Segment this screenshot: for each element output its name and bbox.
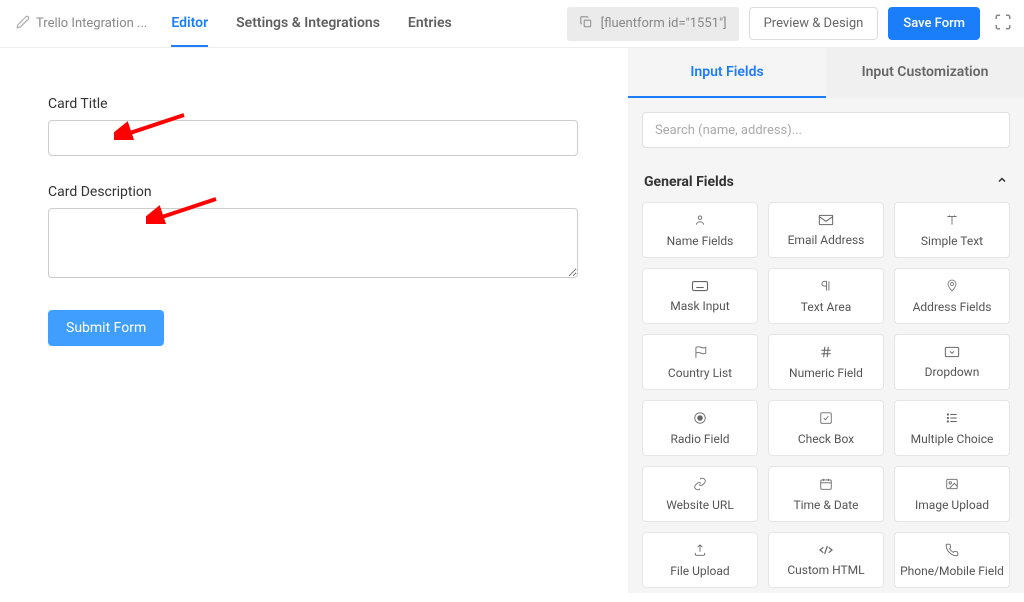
tab-input-fields[interactable]: Input Fields bbox=[628, 48, 826, 98]
card-title-group[interactable]: Card Title bbox=[48, 96, 580, 156]
field-tile-label: Website URL bbox=[666, 498, 734, 512]
tab-input-customization[interactable]: Input Customization bbox=[826, 48, 1024, 98]
field-tile-label: Country List bbox=[668, 366, 732, 380]
fullscreen-icon[interactable] bbox=[990, 9, 1016, 39]
card-title-input[interactable] bbox=[48, 120, 578, 156]
topbar: Trello Integration ... Editor Settings &… bbox=[0, 0, 1024, 48]
checkbox-icon bbox=[819, 411, 833, 428]
save-button[interactable]: Save Form bbox=[888, 7, 980, 40]
field-tile-label: Name Fields bbox=[667, 234, 734, 248]
tab-editor[interactable]: Editor bbox=[171, 1, 208, 47]
field-tile-dropdown[interactable]: Dropdown bbox=[894, 334, 1010, 390]
card-description-group[interactable]: Card Description bbox=[48, 184, 580, 282]
topbar-right: [fluentform id="1551"] Preview & Design … bbox=[567, 7, 1016, 41]
field-tile-label: Radio Field bbox=[670, 432, 729, 446]
shortcode-box[interactable]: [fluentform id="1551"] bbox=[567, 7, 739, 41]
preview-button[interactable]: Preview & Design bbox=[749, 7, 879, 40]
list-icon bbox=[945, 411, 959, 428]
fields-grid: Name Fields Email Address Simple Text Mask … bbox=[628, 202, 1024, 602]
field-tile-file-upload[interactable]: File Upload bbox=[642, 532, 758, 588]
field-tile-name-fields[interactable]: Name Fields bbox=[642, 202, 758, 258]
calendar-icon bbox=[819, 477, 833, 494]
text-icon bbox=[945, 213, 959, 230]
sidebar-tabs: Input Fields Input Customization bbox=[628, 48, 1024, 98]
field-tile-label: Simple Text bbox=[921, 234, 983, 248]
field-tile-label: Custom HTML bbox=[787, 563, 864, 577]
field-tile-multiple-choice[interactable]: Multiple Choice bbox=[894, 400, 1010, 456]
card-description-label: Card Description bbox=[48, 184, 580, 200]
field-tile-check-box[interactable]: Check Box bbox=[768, 400, 884, 456]
chevron-up-icon bbox=[996, 174, 1008, 190]
dropdown-icon bbox=[944, 346, 960, 361]
search-wrap bbox=[628, 98, 1024, 162]
field-tile-label: Text Area bbox=[801, 300, 851, 314]
field-tile-label: Address Fields bbox=[913, 300, 992, 314]
field-tile-label: Multiple Choice bbox=[911, 432, 994, 446]
sidebar: Input Fields Input Customization General… bbox=[628, 48, 1024, 593]
field-tile-website-url[interactable]: Website URL bbox=[642, 466, 758, 522]
upload-icon bbox=[693, 543, 707, 560]
field-tile-label: Numeric Field bbox=[789, 366, 863, 380]
section-header-general[interactable]: General Fields bbox=[628, 162, 1024, 202]
paragraph-icon bbox=[819, 279, 833, 296]
section-title: General Fields bbox=[644, 174, 734, 190]
hash-icon bbox=[819, 345, 833, 362]
field-tile-country-list[interactable]: Country List bbox=[642, 334, 758, 390]
field-tile-custom-html[interactable]: Custom HTML bbox=[768, 532, 884, 588]
nav-tabs: Editor Settings & Integrations Entries bbox=[171, 1, 451, 47]
submit-button[interactable]: Submit Form bbox=[48, 310, 164, 346]
field-tile-text-area[interactable]: Text Area bbox=[768, 268, 884, 324]
field-tile-address-fields[interactable]: Address Fields bbox=[894, 268, 1010, 324]
field-tile-mask-input[interactable]: Mask Input bbox=[642, 268, 758, 324]
field-tile-label: Time & Date bbox=[793, 498, 858, 512]
keyboard-icon bbox=[691, 280, 709, 295]
shortcode-text: [fluentform id="1551"] bbox=[601, 16, 727, 31]
card-title-label: Card Title bbox=[48, 96, 580, 112]
code-icon bbox=[818, 544, 834, 559]
flag-icon bbox=[693, 345, 707, 362]
field-tile-numeric-field[interactable]: Numeric Field bbox=[768, 334, 884, 390]
field-tile-email-address[interactable]: Email Address bbox=[768, 202, 884, 258]
form-canvas: Card Title Card Description Submit Form bbox=[0, 48, 628, 593]
pin-icon bbox=[946, 279, 958, 296]
tab-entries[interactable]: Entries bbox=[408, 1, 452, 47]
topbar-left: Trello Integration ... Editor Settings &… bbox=[8, 1, 567, 47]
field-tile-label: Phone/Mobile Field bbox=[900, 564, 1004, 578]
field-tile-radio-field[interactable]: Radio Field bbox=[642, 400, 758, 456]
mail-icon bbox=[818, 214, 834, 229]
field-tile-label: Mask Input bbox=[670, 299, 729, 313]
edit-icon bbox=[16, 15, 30, 33]
person-icon bbox=[693, 213, 707, 230]
search-input[interactable] bbox=[642, 112, 1010, 148]
field-tile-label: Dropdown bbox=[925, 365, 980, 379]
form-name-text: Trello Integration ... bbox=[36, 16, 147, 31]
field-tile-image-upload[interactable]: Image Upload bbox=[894, 466, 1010, 522]
link-icon bbox=[693, 477, 707, 494]
card-description-input[interactable] bbox=[48, 208, 578, 278]
radio-icon bbox=[693, 411, 707, 428]
main: Card Title Card Description Submit Form … bbox=[0, 48, 1024, 593]
field-tile-label: Email Address bbox=[788, 233, 865, 247]
phone-icon bbox=[945, 543, 959, 560]
copy-icon bbox=[579, 15, 593, 33]
field-tile-label: Image Upload bbox=[915, 498, 989, 512]
field-tile-time-date[interactable]: Time & Date bbox=[768, 466, 884, 522]
form-name[interactable]: Trello Integration ... bbox=[16, 15, 147, 33]
field-tile-label: File Upload bbox=[670, 564, 729, 578]
field-tile-label: Check Box bbox=[798, 432, 854, 446]
image-icon bbox=[945, 477, 959, 494]
field-tile-simple-text[interactable]: Simple Text bbox=[894, 202, 1010, 258]
field-tile-phone-mobile-field[interactable]: Phone/Mobile Field bbox=[894, 532, 1010, 588]
tab-settings[interactable]: Settings & Integrations bbox=[236, 1, 380, 47]
